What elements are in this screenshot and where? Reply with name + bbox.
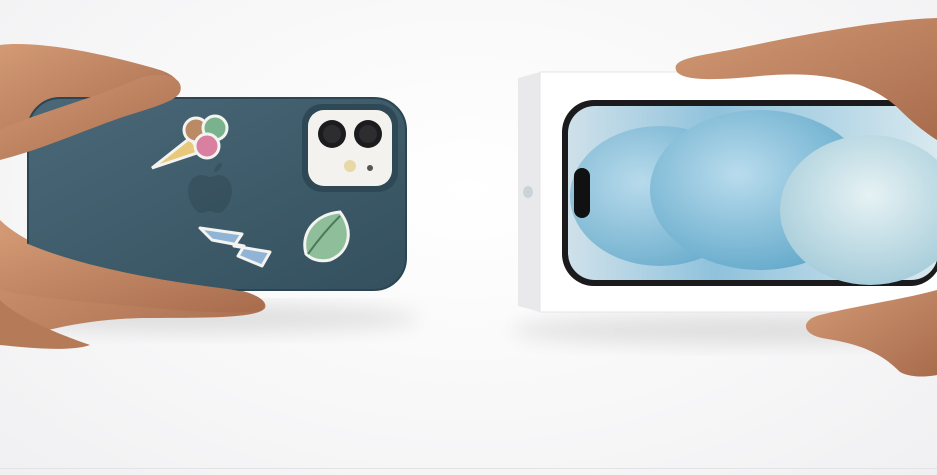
dynamic-island <box>574 168 590 218</box>
photo-illustration <box>0 18 937 377</box>
box-apple-logo-icon <box>523 186 533 198</box>
camera-module <box>302 104 398 192</box>
product-photo-scene <box>0 0 937 475</box>
bottom-edge <box>0 468 937 469</box>
iphone-box <box>518 71 937 313</box>
